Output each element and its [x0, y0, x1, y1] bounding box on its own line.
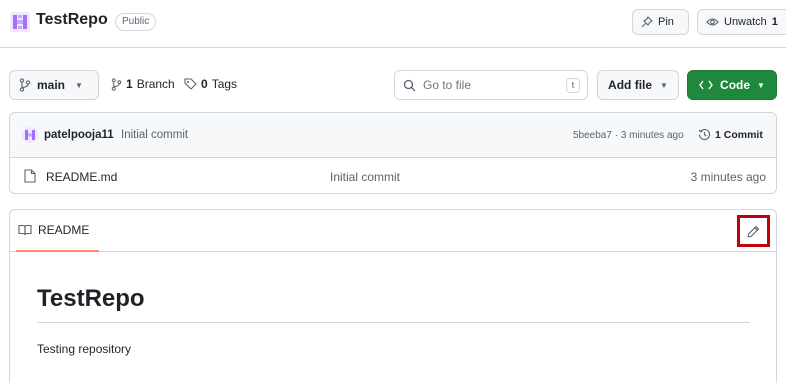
- commit-count-label: 1 Commit: [715, 128, 763, 141]
- readme-panel: README TestRepo Testing repository: [9, 209, 777, 383]
- avatar[interactable]: [22, 127, 38, 143]
- add-file-label: Add file: [608, 78, 653, 92]
- go-to-file-search[interactable]: t: [394, 70, 588, 100]
- file-list: patelpooja11 Initial commit 5beeba7 · 3 …: [9, 112, 777, 194]
- file-commit-link[interactable]: Initial commit: [330, 170, 400, 184]
- branches-link[interactable]: 1 Branch: [111, 77, 175, 91]
- commit-hash-time[interactable]: 5beeba7 · 3 minutes ago: [573, 130, 684, 141]
- chevron-down-icon: ▼: [660, 80, 668, 90]
- code-icon: [699, 80, 713, 90]
- repo-name-link[interactable]: TestRepo: [36, 11, 108, 29]
- edit-readme-button[interactable]: [737, 215, 770, 247]
- heading-divider: [37, 322, 750, 323]
- commit-history-link[interactable]: 1 Commit: [698, 128, 763, 141]
- code-button[interactable]: Code ▼: [687, 70, 777, 100]
- add-file-button[interactable]: Add file ▼: [597, 70, 679, 100]
- git-branch-icon: [19, 78, 31, 92]
- readme-header: README: [10, 210, 776, 252]
- pin-icon: [641, 16, 653, 28]
- commit-author-link[interactable]: patelpooja11: [44, 129, 114, 141]
- branch-name: main: [37, 78, 66, 92]
- file-name-link[interactable]: README.md: [46, 170, 117, 184]
- pin-label: Pin: [658, 16, 674, 28]
- go-to-file-input[interactable]: [423, 78, 563, 92]
- git-branch-icon: [111, 77, 122, 91]
- commit-message-link[interactable]: Initial commit: [121, 129, 188, 141]
- branch-count: 1: [126, 77, 133, 91]
- history-icon: [698, 128, 711, 140]
- keyboard-shortcut-hint: t: [566, 78, 580, 93]
- pencil-icon: [747, 225, 760, 237]
- repo-avatar-icon: [10, 12, 30, 32]
- chevron-down-icon: ▼: [75, 80, 83, 90]
- repo-toolbar: main ▼ 1 Branch 0 Tags t Add file ▼: [0, 70, 786, 100]
- visibility-badge: Public: [115, 13, 157, 31]
- readme-tab-label: README: [38, 223, 90, 237]
- latest-commit-row: patelpooja11 Initial commit 5beeba7 · 3 …: [10, 113, 776, 158]
- watch-count: 1: [771, 16, 778, 28]
- pin-button[interactable]: Pin: [632, 9, 689, 35]
- tag-count: 0: [201, 77, 208, 91]
- file-time: 3 minutes ago: [690, 170, 766, 184]
- readme-heading: TestRepo: [37, 285, 145, 312]
- unwatch-button[interactable]: Unwatch 1: [697, 9, 786, 35]
- repo-header: TestRepo Public Pin Unwatch 1: [0, 0, 786, 48]
- book-icon: [18, 224, 32, 236]
- eye-icon: [706, 18, 719, 26]
- unwatch-label: Unwatch: [724, 16, 767, 28]
- branch-label: Branch: [136, 77, 175, 91]
- search-icon: [403, 79, 416, 91]
- tag-label: Tags: [211, 77, 238, 91]
- chevron-down-icon: ▼: [757, 80, 765, 90]
- file-icon: [24, 169, 36, 183]
- tag-icon: [184, 77, 197, 90]
- branch-select-button[interactable]: main ▼: [9, 70, 99, 100]
- readme-tab[interactable]: README: [18, 223, 89, 237]
- tags-link[interactable]: 0 Tags: [184, 77, 237, 91]
- table-row: README.md Initial commit 3 minutes ago: [10, 159, 776, 193]
- code-label: Code: [720, 78, 751, 92]
- active-tab-indicator: [16, 250, 99, 252]
- readme-body-text: Testing repository: [37, 342, 132, 356]
